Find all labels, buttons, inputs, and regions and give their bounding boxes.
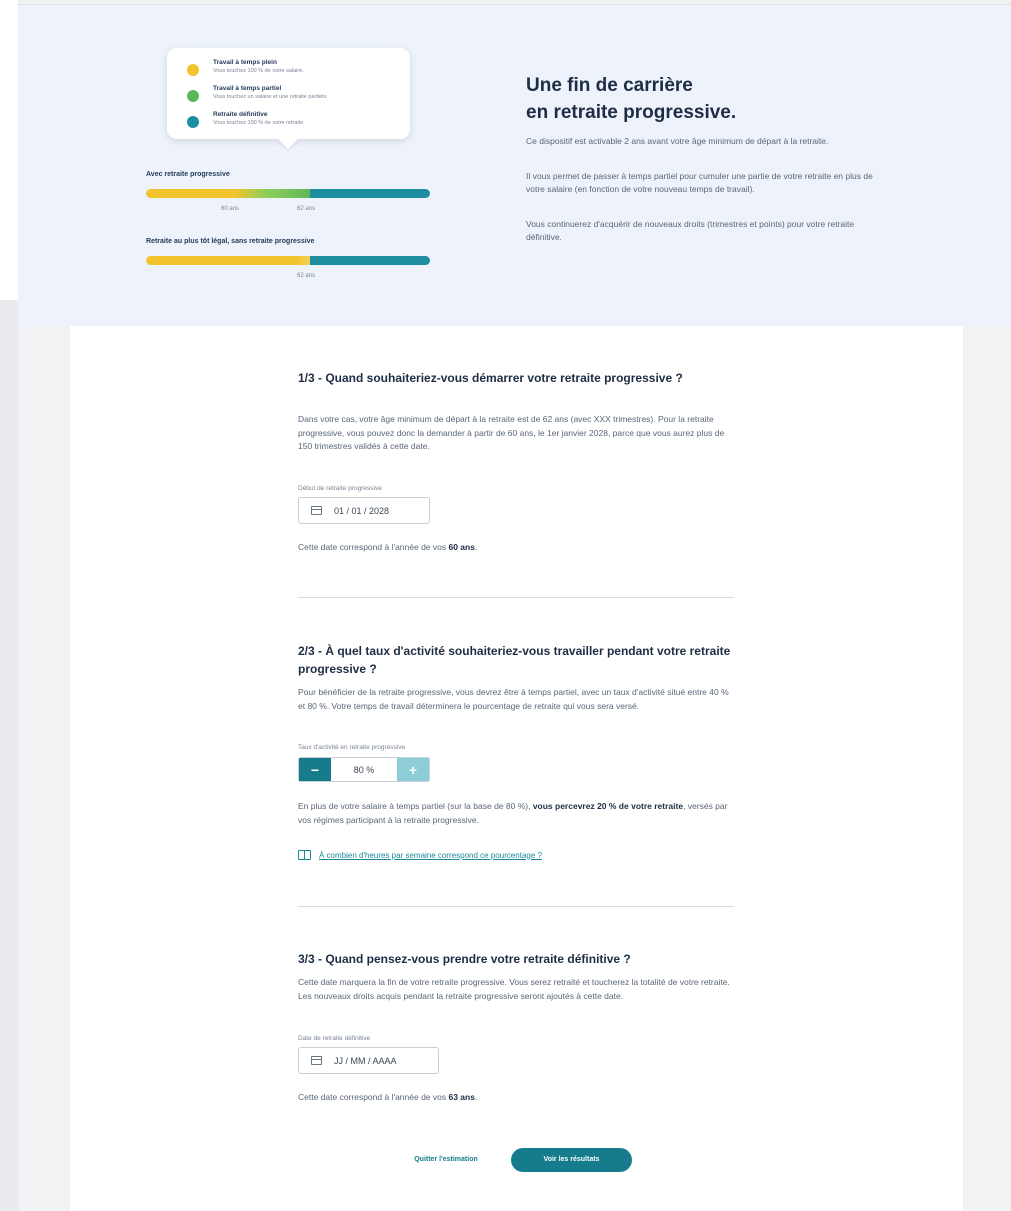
activity-rate-label: Taux d'activité en retraite progressive [298,744,406,751]
decrease-button[interactable]: − [299,758,331,781]
teal-dot-icon [187,116,199,128]
see-results-button[interactable]: Voir les résultats [511,1148,632,1172]
note-prefix: Cette date correspond à l'année de vos [298,542,449,552]
timeline-without-bar [146,256,430,265]
note-suffix: . [474,1092,478,1102]
legend-item-definitive: Retraite définitive Vous touchez 100 % d… [187,110,396,136]
divider [298,906,734,907]
segment-part-time [234,189,314,198]
segment-definitive [310,256,430,265]
tick-62-ans: 62 ans [297,206,316,212]
legend-item-part-time: Travail à temps partiel Vous touchez un … [187,84,396,110]
definitive-date-label: Date de retraite définitive [298,1035,371,1042]
intro-paragraph-3: Vous continuerez d'acquérir de nouveaux … [526,219,855,242]
legend-subtitle: Vous touchez 100 % de votre retraite. [213,120,305,126]
legend-title: Travail à temps partiel [213,85,282,92]
legend-card: Travail à temps plein Vous touchez 100 %… [167,48,410,139]
question-3-note: Cette date correspond à l'année de vos 6… [298,1091,738,1105]
note-age: 63 ans [448,1092,475,1102]
legend-title: Travail à temps plein [213,59,277,66]
green-dot-icon [187,90,199,102]
hours-per-week-link[interactable]: À combien d'heures par semaine correspon… [298,850,542,860]
divider [298,597,734,598]
note-part-a: En plus de votre salaire à temps partiel… [298,801,533,811]
timeline-with-label: Avec retraite progressive [146,171,230,178]
start-date-label: Début de retraite progressive [298,485,382,492]
book-icon [298,850,311,860]
intro-section [18,4,1011,326]
start-date-input[interactable]: 01 / 01 / 2028 [298,497,430,524]
question-2-note: En plus de votre salaire à temps partiel… [298,800,738,827]
tick-62-ans: 62 ans [297,273,316,279]
intro-paragraph-1: Ce dispositif est activable 2 ans avant … [526,136,829,146]
timeline-with-bar [146,189,430,198]
increase-button[interactable]: + [397,758,429,781]
question-3-text: Cette date marquera la fin de votre retr… [298,977,730,1001]
note-prefix: Cette date correspond à l'année de vos [298,1092,449,1102]
legend-subtitle: Vous touchez un salaire et une retraite … [213,94,328,100]
legend-item-full-time: Travail à temps plein Vous touchez 100 %… [187,58,396,84]
intro-title-line2: en retraite progressive. [526,102,737,123]
activity-rate-value[interactable]: 80 % [331,765,397,775]
segment-full-time [146,189,240,198]
question-2-text: Pour bénéficier de la retraite progressi… [298,687,729,711]
timeline-without-label: Retraite au plus tôt légal, sans retrait… [146,238,315,245]
left-edge-white [0,0,18,300]
segment-definitive [310,189,430,198]
question-1-text: Dans votre cas, votre âge minimum de dép… [298,414,725,451]
quit-estimation-button[interactable]: Quitter l'estimation [396,1150,496,1170]
note-suffix: . [474,542,478,552]
segment-full-time [146,256,316,265]
question-2-title: 2/3 - À quel taux d'activité souhaiterie… [298,644,731,676]
start-date-value: 01 / 01 / 2028 [334,505,390,516]
definitive-date-input[interactable]: JJ / MM / AAAA [298,1047,439,1074]
activity-rate-stepper: − 80 % + [298,757,430,782]
intro-title: Une fin de carrière en retraite progress… [526,72,736,126]
tick-60-ans: 60 ans [221,206,240,212]
definitive-date-placeholder: JJ / MM / AAAA [334,1055,397,1066]
intro-paragraph-2: Il vous permet de passer à temps partiel… [526,171,873,194]
note-part-b: vous percevrez 20 % de votre retraite [532,801,684,811]
hours-per-week-link-text: À combien d'heures par semaine correspon… [319,850,542,860]
question-3-title: 3/3 - Quand pensez-vous prendre votre re… [298,952,631,966]
form-card [70,326,963,1211]
question-1-title: 1/3 - Quand souhaiteriez-vous démarrer v… [298,371,683,385]
calendar-icon [311,1056,322,1065]
legend-subtitle: Vous touchez 100 % de votre salaire. [213,68,304,74]
question-1-note: Cette date correspond à l'année de vos 6… [298,541,738,555]
legend-title: Retraite définitive [213,111,268,118]
yellow-dot-icon [187,64,199,76]
left-edge-gray [0,300,18,1211]
intro-title-line1: Une fin de carrière [526,75,693,96]
calendar-icon [311,506,322,515]
note-age: 60 ans [448,542,475,552]
